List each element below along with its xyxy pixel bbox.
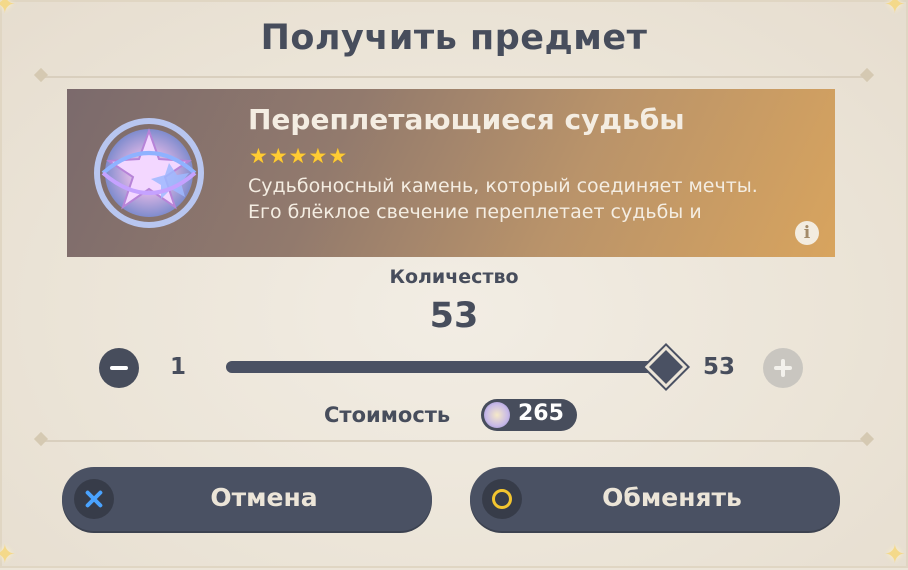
item-card: Переплетающиеся судьбы ★ ★ ★ ★ ★ Судьбон… [67, 89, 835, 257]
dialog-title: Получить предмет [260, 18, 648, 58]
purchase-dialog: ✦ ✦ ✦ ✦ Получить предмет Переплетающиеся… [0, 0, 908, 570]
item-name: Переплетающиеся судьбы [248, 103, 685, 136]
cost-pill: 265 [481, 399, 577, 431]
exchange-button[interactable]: Обменять [470, 467, 840, 531]
quantity-slider[interactable] [226, 361, 666, 373]
cancel-button[interactable]: Отмена [62, 467, 432, 531]
quantity-label: Количество [389, 266, 519, 288]
quantity-value: 53 [429, 296, 479, 336]
corner-sparkle-icon: ✦ [0, 0, 16, 20]
quantity-max: 53 [703, 354, 736, 380]
corner-sparkle-icon: ✦ [0, 540, 16, 570]
cancel-button-label: Отмена [210, 483, 318, 512]
slider-fill [226, 361, 666, 373]
star-icon: ★ [328, 144, 348, 168]
star-icon: ★ [268, 144, 288, 168]
info-icon[interactable]: i [795, 221, 819, 245]
top-divider [33, 67, 875, 83]
increase-button[interactable] [763, 348, 803, 388]
item-description: Судьбоносный камень, который соединяет м… [248, 175, 758, 223]
exchange-button-label: Обменять [602, 483, 742, 512]
rarity-stars: ★ ★ ★ ★ ★ [249, 145, 347, 167]
bottom-divider [33, 431, 875, 447]
decrease-button[interactable] [99, 348, 139, 388]
corner-sparkle-icon: ✦ [884, 0, 906, 20]
star-icon: ★ [288, 144, 308, 168]
slider-thumb[interactable] [644, 345, 688, 389]
starglitter-icon [484, 402, 510, 428]
cost-label: Стоимость [324, 403, 451, 427]
cost-value: 265 [518, 401, 564, 426]
corner-sparkle-icon: ✦ [884, 540, 906, 570]
intertwined-fate-icon [94, 118, 204, 228]
star-icon: ★ [249, 144, 268, 168]
quantity-min: 1 [170, 354, 187, 380]
star-icon: ★ [308, 144, 328, 168]
